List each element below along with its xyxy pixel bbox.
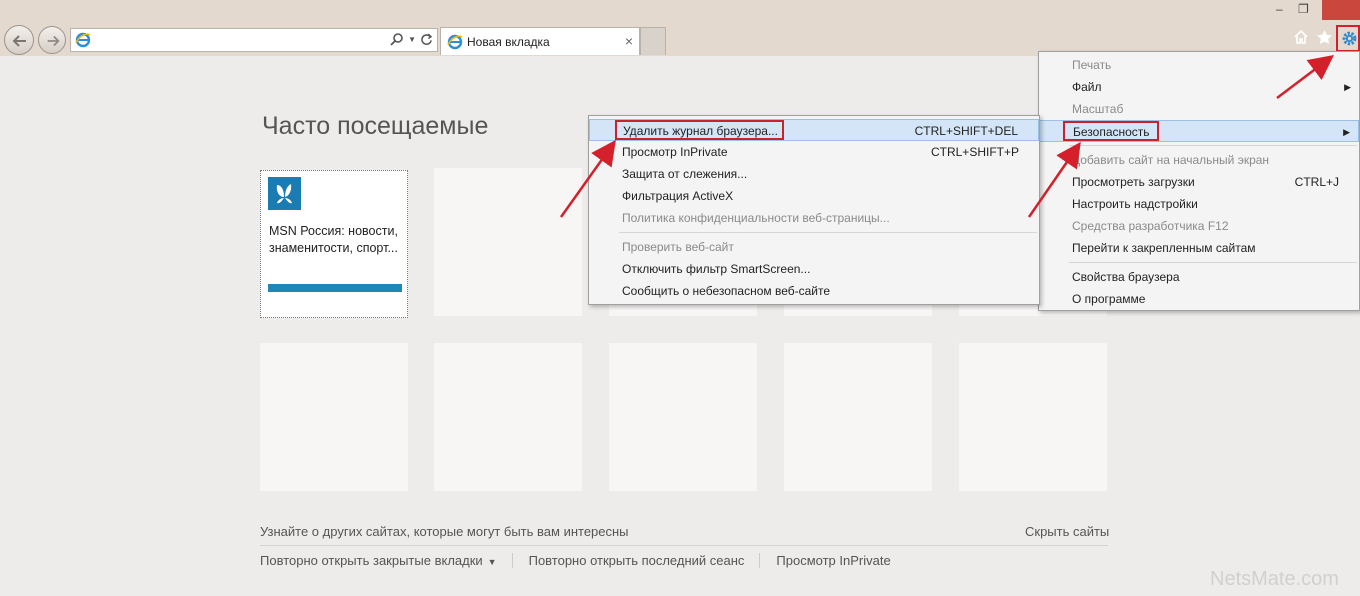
annotation-arrows <box>559 54 1334 218</box>
arrow-to-security <box>1027 141 1081 218</box>
arrow-to-tools <box>1276 54 1334 99</box>
arrow-to-delete-history <box>559 139 616 218</box>
